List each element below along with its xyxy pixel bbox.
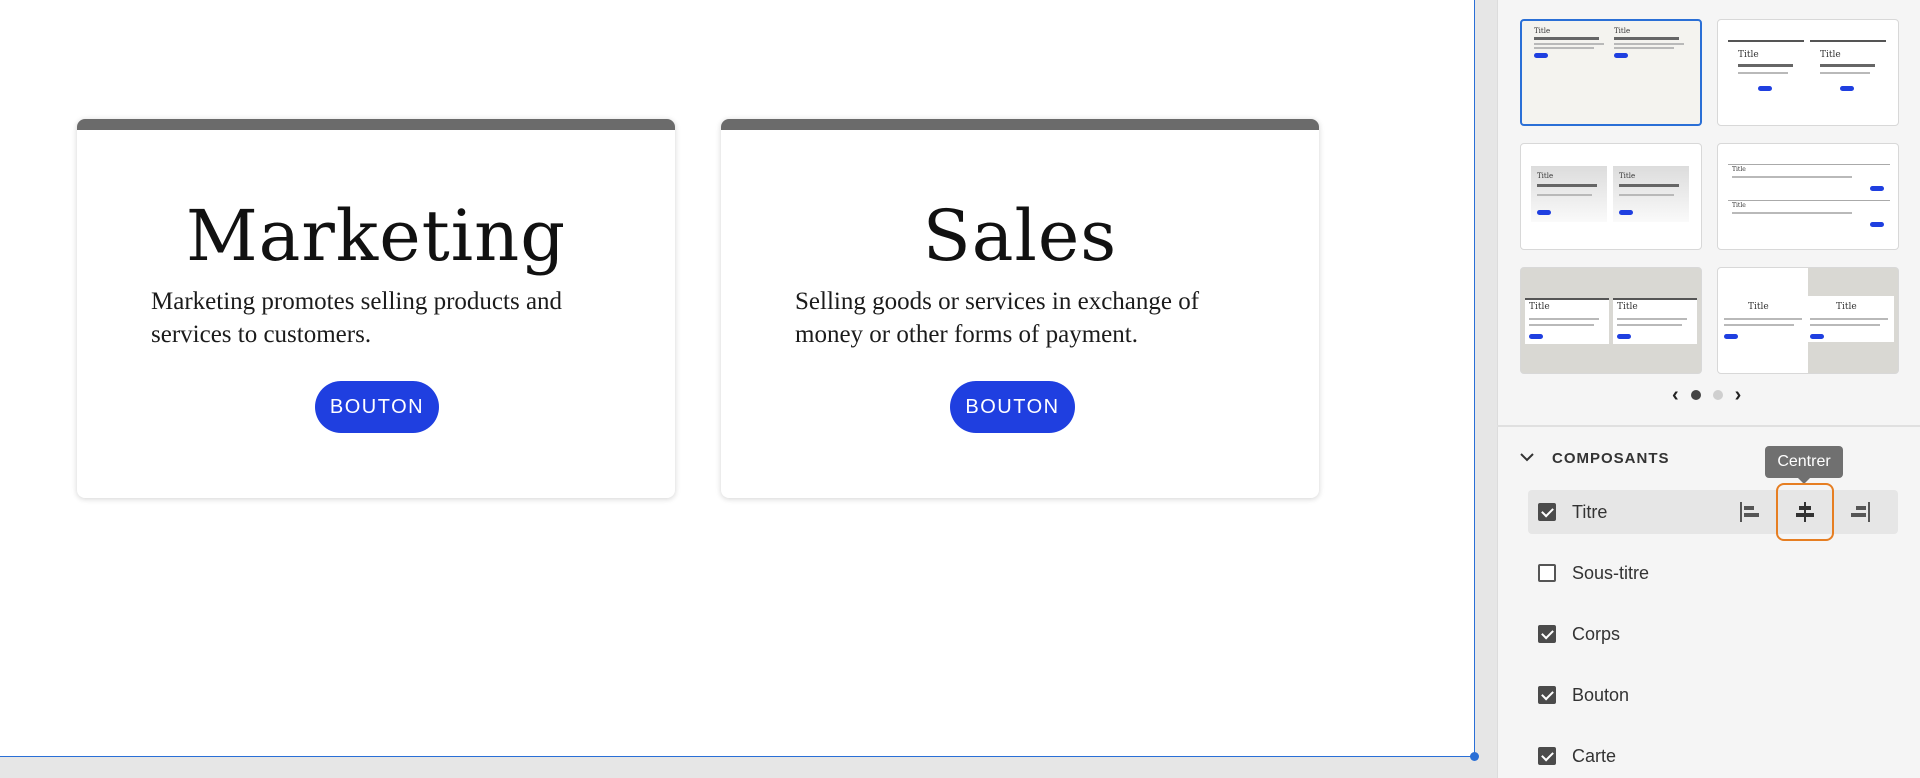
thumbnail-button [1614, 53, 1628, 58]
thumbnail-line [1617, 324, 1682, 326]
section-divider [1497, 425, 1920, 427]
thumbnail-button [1617, 334, 1631, 339]
thumbnail-line [1820, 64, 1875, 67]
layout-thumbnail-1[interactable]: Title Title [1520, 19, 1702, 126]
thumbnail-button [1758, 86, 1772, 91]
checkbox-sous-titre[interactable] [1538, 564, 1556, 582]
component-row-bouton[interactable]: Bouton [1528, 673, 1898, 717]
component-row-carte[interactable]: Carte [1528, 734, 1898, 778]
thumbnail-line [1738, 72, 1788, 74]
card-marketing[interactable]: Marketing Marketing promotes selling pro… [77, 119, 675, 498]
thumbnail-button [1529, 334, 1543, 339]
thumbnail-button [1840, 86, 1854, 91]
section-label: COMPOSANTS [1552, 449, 1670, 467]
thumbnail-line [1619, 184, 1679, 187]
resize-handle[interactable] [1470, 752, 1479, 761]
thumbnail-title: Title [1738, 50, 1759, 60]
thumbnail-title: Title [1748, 302, 1769, 312]
thumbnail-card [1728, 164, 1890, 194]
thumbnail-title: Title [1732, 202, 1746, 209]
layout-thumbnail-4[interactable]: Title Title [1717, 143, 1899, 250]
chevron-down-icon[interactable] [1518, 449, 1536, 467]
component-label: Sous-titre [1572, 562, 1650, 583]
checkbox-bouton[interactable] [1538, 686, 1556, 704]
thumbnail-line [1724, 318, 1802, 320]
chevron-left-icon[interactable]: ‹ [1672, 385, 1679, 405]
component-label: Bouton [1572, 684, 1630, 705]
thumbnail-card [1728, 200, 1890, 230]
thumbnail-button [1724, 334, 1738, 339]
card-title[interactable]: Marketing [77, 201, 675, 271]
checkbox-titre[interactable] [1538, 503, 1556, 521]
thumbnail-title: Title [1617, 302, 1638, 312]
align-center-icon[interactable] [1776, 483, 1834, 541]
thumbnail-button [1534, 53, 1548, 58]
card-body[interactable]: Selling goods or services in exchange of… [795, 285, 1259, 351]
card-top-bar [77, 119, 675, 130]
component-label: Corps [1572, 623, 1621, 644]
thumbnail-button [1619, 210, 1633, 215]
layout-thumbnail-6[interactable]: Title Title [1717, 267, 1899, 374]
thumbnail-line [1614, 47, 1674, 49]
thumbnail-title: Title [1529, 302, 1550, 312]
thumbnail-title: Title [1534, 27, 1551, 35]
thumbnail-title: Title [1732, 166, 1746, 173]
thumbnail-title: Title [1619, 172, 1636, 180]
align-left-icon[interactable] [1728, 490, 1772, 534]
card-sales[interactable]: Sales Selling goods or services in excha… [721, 119, 1319, 498]
checkbox-corps[interactable] [1538, 625, 1556, 643]
thumbnail-title: Title [1836, 302, 1857, 312]
thumbnail-line [1537, 194, 1592, 196]
card-body[interactable]: Marketing promotes selling products and … [151, 285, 615, 351]
thumbnail-line [1810, 324, 1880, 326]
component-row-corps[interactable]: Corps [1528, 612, 1898, 656]
layout-thumbnail-5[interactable]: Title Title [1520, 267, 1702, 374]
component-label: Carte [1572, 745, 1617, 766]
thumbnail-line [1537, 184, 1597, 187]
pager-dot-active[interactable] [1690, 390, 1701, 400]
chevron-right-icon[interactable]: › [1735, 385, 1742, 405]
pager-dot[interactable] [1712, 390, 1723, 400]
thumbnail-button [1870, 222, 1884, 227]
thumbnail-line [1529, 324, 1594, 326]
thumbnail-line [1820, 72, 1870, 74]
thumbnail-line [1724, 324, 1794, 326]
thumbnail-line [1534, 37, 1599, 40]
align-right-icon[interactable] [1838, 490, 1882, 534]
thumbnail-line [1614, 37, 1679, 40]
layout-thumbnail-2[interactable]: Title Title [1717, 19, 1899, 126]
component-row-titre[interactable]: Titre [1528, 483, 1898, 541]
thumbnail-line [1732, 176, 1852, 178]
thumbnail-line [1529, 318, 1599, 320]
thumbnail-title: Title [1537, 172, 1554, 180]
thumbnail-line [1738, 64, 1793, 67]
tooltip: Centrer [1765, 446, 1843, 484]
thumbnail-pager: ‹ › [1672, 385, 1741, 405]
thumbnail-button [1537, 210, 1551, 215]
thumbnail-line [1534, 47, 1594, 49]
thumbnail-line [1617, 318, 1687, 320]
thumbnail-button [1810, 334, 1824, 339]
component-row-sous-titre[interactable]: Sous-titre [1528, 551, 1898, 595]
design-canvas[interactable]: Marketing Marketing promotes selling pro… [0, 0, 1475, 757]
thumbnail-title: Title [1820, 50, 1841, 60]
thumbnail-line [1534, 43, 1604, 45]
thumbnail-line [1619, 194, 1674, 196]
section-header-composants[interactable]: COMPOSANTS [1518, 449, 1670, 467]
checkbox-carte[interactable] [1538, 747, 1556, 765]
card-title[interactable]: Sales [721, 201, 1319, 271]
thumbnail-line [1732, 212, 1852, 214]
card-top-bar [721, 119, 1319, 130]
layout-thumbnail-3[interactable]: Title Title [1520, 143, 1702, 250]
thumbnail-line [1810, 318, 1888, 320]
thumbnail-button [1870, 186, 1884, 191]
thumbnail-title: Title [1614, 27, 1631, 35]
card-button[interactable]: BOUTON [315, 381, 439, 433]
component-label: Titre [1572, 501, 1608, 522]
thumbnail-line [1614, 43, 1684, 45]
card-button[interactable]: BOUTON [950, 381, 1075, 433]
